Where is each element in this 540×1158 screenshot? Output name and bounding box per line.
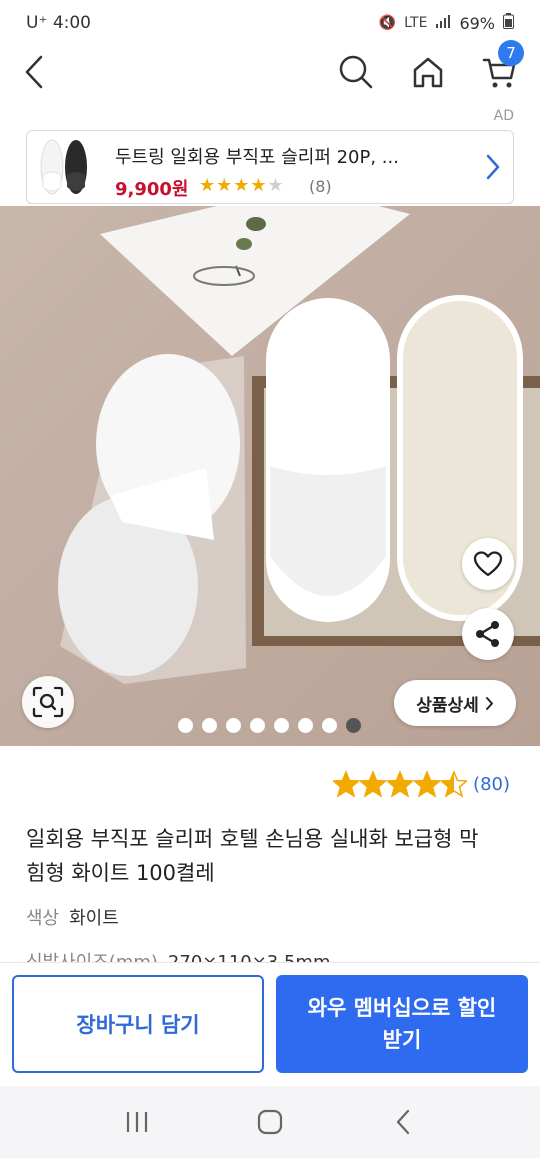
ad-banner[interactable]: 두트링 일회용 부직포 슬리퍼 20P, ... 9,900원 ★★★★★ (8… [26,130,514,204]
system-nav-bar [0,1086,540,1158]
battery-icon [503,13,514,33]
status-bar: U⁺ 4:00 🔇 LTE 69% [0,0,540,46]
network-label: LTE [404,15,428,31]
signal-icon [435,14,451,33]
image-search-button[interactable] [22,676,74,728]
lens-search-icon [32,686,64,718]
member-discount-button[interactable]: 와우 멤버십으로 할인받기 [276,975,528,1073]
ad-review-count: (8) [309,177,332,196]
add-to-cart-button[interactable]: 장바구니 담기 [12,975,264,1073]
gallery-dot [298,718,313,733]
gallery-dot [274,718,289,733]
home-circle-icon [257,1109,283,1135]
product-detail-button[interactable]: 상품상세 [394,680,516,726]
ad-label: AD [493,108,514,124]
heart-icon [473,551,503,577]
status-icons: 🔇 LTE 69% [379,13,514,33]
carrier-time: U⁺ 4:00 [26,13,91,33]
back-button[interactable] [12,46,56,98]
home-button[interactable] [406,46,450,98]
battery-percent: 69% [459,13,495,33]
rating-stars-icon [333,770,468,798]
rating-star [333,770,361,798]
option-size: 신발사이즈(mm) 270×110×3.5mm [26,948,331,962]
ad-price: 9,900원 [115,179,189,200]
share-button[interactable] [462,608,514,660]
product-photo [0,206,540,746]
product-image[interactable]: 상품상세 [0,206,540,746]
recent-apps-button[interactable] [107,1092,167,1152]
review-count: (80) [473,773,510,795]
gallery-pagination [178,718,361,733]
product-detail-label: 상품상세 [416,695,479,716]
share-icon [476,621,499,647]
top-nav: 7 [0,40,540,98]
home-system-button[interactable] [240,1092,300,1152]
back-arrow-icon [397,1109,410,1135]
ad-thumbnail [35,137,93,197]
option-color-value: 화이트 [69,908,119,929]
bottom-action-bar: 장바구니 담기 와우 멤버십으로 할인받기 [0,962,540,1086]
chevron-right-icon [485,696,493,710]
option-color-label: 색상 [26,908,60,929]
gallery-dot [226,718,241,733]
rating-star [412,770,442,798]
cart-button[interactable]: 7 [478,40,524,98]
product-rating[interactable]: (80) [333,770,510,798]
gallery-dot [250,718,265,733]
gallery-dot [178,718,193,733]
option-color: 색상 화이트 [26,904,119,930]
gallery-dot [202,718,217,733]
ad-title: 두트링 일회용 부직포 슬리퍼 20P, ... [115,147,399,168]
home-icon [413,57,443,88]
rating-star [358,770,388,798]
option-size-value: 270×110×3.5mm [168,952,331,962]
gallery-dot [322,718,337,733]
search-icon [339,55,373,89]
gallery-dot [346,718,361,733]
search-button[interactable] [334,46,378,98]
back-system-button[interactable] [373,1092,433,1152]
recent-apps-icon [126,1112,147,1132]
product-title: 일회용 부직포 슬리퍼 호텔 손님용 실내화 보급형 막힘형 화이트 100켤레 [26,827,479,885]
chevron-right-icon [485,153,501,185]
option-size-label: 신발사이즈(mm) [26,952,158,962]
mute-icon: 🔇 [378,15,397,31]
rating-star [439,770,468,798]
ad-rating-stars: ★★★★★ [199,175,285,196]
rating-star [385,770,415,798]
chevron-left-icon [25,55,43,89]
wishlist-button[interactable] [462,538,514,590]
cart-count-badge: 7 [498,40,524,66]
